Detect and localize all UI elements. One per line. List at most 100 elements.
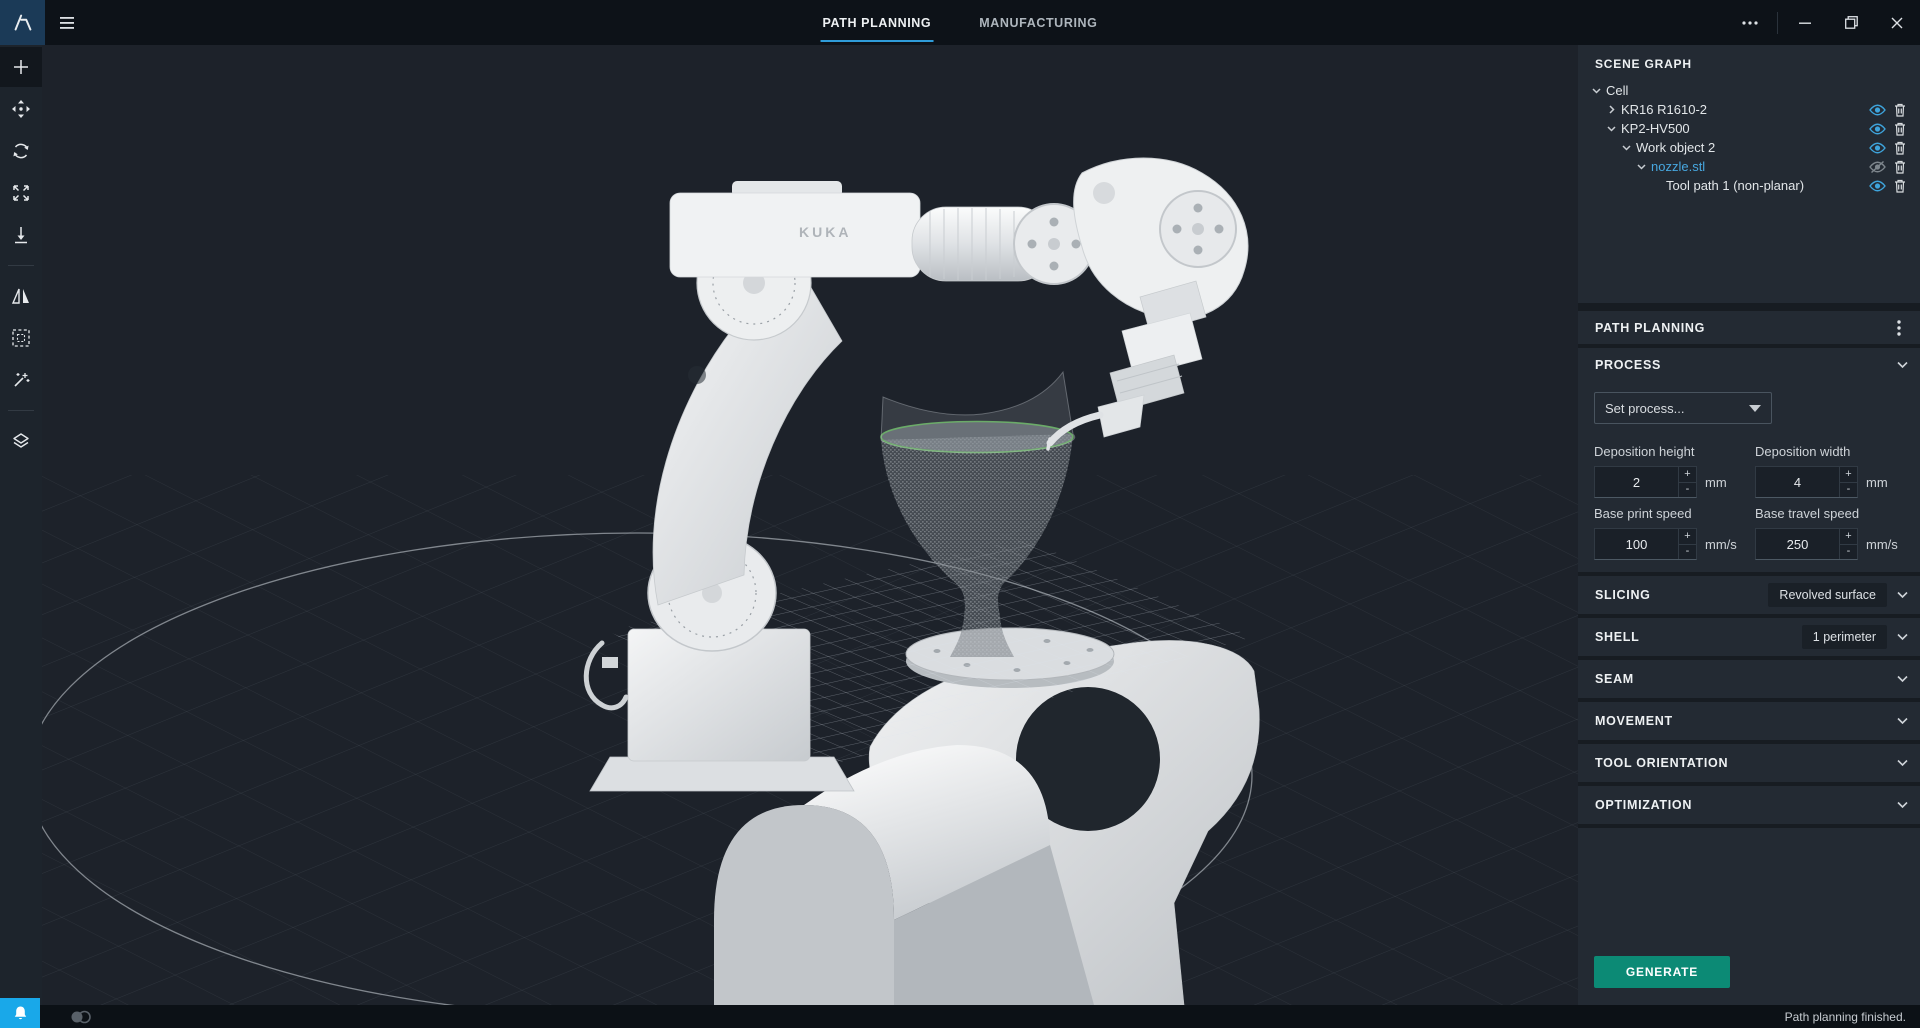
tree-node-kr16[interactable]: KR16 R1610-2 [1578,100,1920,119]
tree-node-label: Tool path 1 (non-planar) [1666,178,1804,193]
delete-trash-icon[interactable] [1891,159,1909,175]
section-optimization[interactable]: OPTIMIZATION [1578,786,1920,824]
delete-trash-icon[interactable] [1891,178,1909,194]
kebab-menu-icon[interactable] [1890,320,1908,336]
process-body: Set process... Deposition height + - [1578,382,1920,572]
tree-node-cell[interactable]: Cell [1578,81,1920,100]
layers-button[interactable] [0,421,42,461]
field-label: Deposition height [1594,444,1743,459]
theme-toggle-icon[interactable] [68,1009,94,1025]
toolbar-divider [8,410,34,411]
delete-trash-icon[interactable] [1891,102,1909,118]
divider [1578,824,1920,828]
section-shell[interactable]: SHELL 1 perimeter [1578,618,1920,656]
deposition-width-input[interactable] [1756,467,1839,497]
plus-icon [12,58,30,76]
tree-node-label: Work object 2 [1636,140,1715,155]
rotate-icon [11,141,31,161]
chevron-down-icon [1897,586,1908,604]
notifications-button[interactable] [0,998,40,1028]
field-deposition-height: Deposition height + - mm [1594,436,1743,498]
delete-trash-icon[interactable] [1891,140,1909,156]
section-tool-orientation[interactable]: TOOL ORIENTATION [1578,744,1920,782]
chevron-down-icon[interactable] [1618,143,1634,152]
app-logo[interactable] [0,0,45,45]
section-label: OPTIMIZATION [1595,798,1692,812]
right-sidebar: SCENE GRAPH Cell KR16 R1610-2 [1578,45,1920,1005]
decrement-button[interactable]: - [1840,483,1857,498]
mirror-tool-button[interactable] [0,276,42,316]
move-tool-button[interactable] [0,89,42,129]
tree-node-nozzle[interactable]: nozzle.stl [1578,157,1920,176]
delete-trash-icon[interactable] [1891,121,1909,137]
shell-value-badge[interactable]: 1 perimeter [1802,625,1887,649]
drop-to-floor-button[interactable] [0,215,42,255]
restore-icon [1845,16,1858,29]
unit-label: mm/s [1705,537,1737,552]
layers-icon [11,431,31,451]
status-message: Path planning finished. [1785,1010,1906,1024]
tree-node-work-object[interactable]: Work object 2 [1578,138,1920,157]
3d-viewport[interactable]: KUKA [42,45,1578,1005]
set-process-value: Set process... [1605,401,1684,416]
section-label: PROCESS [1595,358,1661,372]
section-process[interactable]: PROCESS [1578,348,1920,382]
path-planning-title: PATH PLANNING [1595,321,1705,335]
visibility-eye-off-icon[interactable] [1868,159,1886,175]
deposition-height-input[interactable] [1595,467,1678,497]
rotate-tool-button[interactable] [0,131,42,171]
mode-tabs: PATH PLANNING MANUFACTURING [821,0,1100,45]
section-seam[interactable]: SEAM [1578,660,1920,698]
restore-button[interactable] [1828,0,1874,45]
unit-label: mm [1866,475,1888,490]
chevron-down-icon[interactable] [1588,86,1604,95]
decrement-button[interactable]: - [1679,483,1696,498]
main-menu-button[interactable] [45,0,89,45]
tree-node-label: nozzle.stl [1651,159,1705,174]
increment-button[interactable]: + [1679,529,1696,545]
base-travel-speed-input[interactable] [1756,529,1839,559]
visibility-eye-icon[interactable] [1868,121,1886,137]
generate-button[interactable]: GENERATE [1594,956,1730,988]
field-label: Deposition width [1755,444,1904,459]
section-movement[interactable]: MOVEMENT [1578,702,1920,740]
visibility-eye-icon[interactable] [1868,140,1886,156]
set-process-dropdown[interactable]: Set process... [1594,392,1772,424]
unit-label: mm/s [1866,537,1898,552]
tree-node-label: KR16 R1610-2 [1621,102,1707,117]
decrement-button[interactable]: - [1679,545,1696,560]
close-button[interactable] [1874,0,1920,45]
minimize-button[interactable] [1782,0,1828,45]
field-base-print-speed: Base print speed + - mm/s [1594,498,1743,560]
decrement-button[interactable]: - [1840,545,1857,560]
chevron-down-icon[interactable] [1603,124,1619,133]
auto-orient-button[interactable] [0,360,42,400]
tree-node-kp2[interactable]: KP2-HV500 [1578,119,1920,138]
chevron-right-icon[interactable] [1603,105,1619,114]
window-controls [1727,0,1920,45]
close-icon [1891,17,1903,29]
scene-graph-panel: SCENE GRAPH Cell KR16 R1610-2 [1578,45,1920,303]
add-object-button[interactable] [0,47,42,87]
chevron-down-icon [1897,356,1908,374]
tab-path-planning[interactable]: PATH PLANNING [821,0,934,45]
section-label: MOVEMENT [1595,714,1673,728]
section-slicing[interactable]: SLICING Revolved surface [1578,576,1920,614]
stepper: + - [1678,529,1696,559]
tree-node-label: KP2-HV500 [1621,121,1690,136]
slicing-value-badge[interactable]: Revolved surface [1768,583,1887,607]
chevron-down-icon [1897,796,1908,814]
visibility-eye-icon[interactable] [1868,178,1886,194]
base-print-speed-input[interactable] [1595,529,1678,559]
increment-button[interactable]: + [1679,467,1696,483]
more-options-button[interactable] [1727,0,1773,45]
increment-button[interactable]: + [1840,467,1857,483]
fit-view-button[interactable] [0,173,42,213]
tree-node-tool-path[interactable]: Tool path 1 (non-planar) [1578,176,1920,195]
select-region-button[interactable] [0,318,42,358]
chevron-down-icon[interactable] [1633,162,1649,171]
tab-manufacturing[interactable]: MANUFACTURING [977,0,1099,45]
visibility-eye-icon[interactable] [1868,102,1886,118]
field-label: Base print speed [1594,506,1743,521]
increment-button[interactable]: + [1840,529,1857,545]
